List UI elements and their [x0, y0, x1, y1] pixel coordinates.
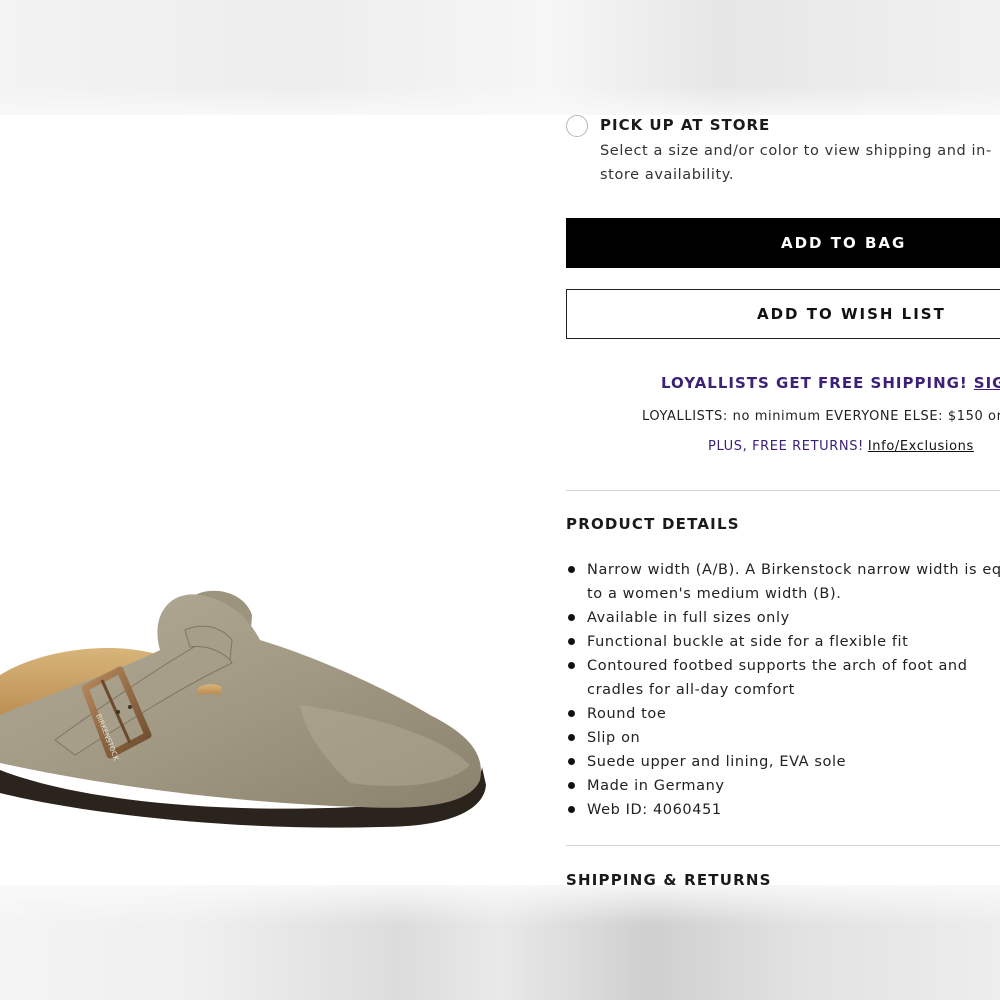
pickup-radio[interactable]: [566, 115, 588, 137]
blurred-bottom-bar: [0, 885, 1000, 1000]
product-info-panel: PICK UP AT STORE Select a size and/or co…: [566, 115, 1000, 885]
list-item: Contoured footbed supports the arch of f…: [566, 654, 1000, 702]
free-returns-text: PLUS, FREE RETURNS!: [708, 439, 864, 454]
list-item: Suede upper and lining, EVA sole: [566, 750, 1000, 774]
promo-subline: LOYALLISTS: no minimum EVERYONE ELSE: $1…: [642, 409, 1000, 424]
divider: [566, 845, 1000, 846]
pickup-description: Select a size and/or color to view shipp…: [600, 143, 992, 183]
product-page: BIRKENSTOCK PICK UP AT STORE Select a si…: [0, 115, 1000, 885]
free-shipping-promo: LOYALLISTS GET FREE SHIPPING! SIGN UP: [661, 374, 1000, 392]
clog-illustration: BIRKENSTOCK: [0, 590, 486, 828]
sign-up-link[interactable]: SIGN UP: [974, 374, 1000, 392]
add-to-bag-label: ADD TO BAG: [781, 234, 907, 252]
promo-headline: LOYALLISTS GET FREE SHIPPING!: [661, 374, 968, 392]
list-item: Made in Germany: [566, 774, 1000, 798]
list-item: Round toe: [566, 702, 1000, 726]
add-to-wish-list-label: ADD TO WISH LIST: [757, 305, 946, 323]
shipping-returns-heading[interactable]: SHIPPING & RETURNS: [566, 871, 772, 885]
info-exclusions-link[interactable]: Info/Exclusions: [868, 439, 974, 454]
product-details-heading[interactable]: PRODUCT DETAILS: [566, 515, 740, 533]
list-item: Available in full sizes only: [566, 606, 1000, 630]
add-to-wish-list-button[interactable]: ADD TO WISH LIST: [566, 289, 1000, 339]
list-item: Web ID: 4060451: [566, 798, 1000, 822]
list-item: Narrow width (A/B). A Birkenstock narrow…: [566, 558, 1000, 606]
list-item: Functional buckle at side for a flexible…: [566, 630, 1000, 654]
pickup-title: PICK UP AT STORE: [600, 116, 771, 134]
divider: [566, 490, 1000, 491]
free-returns-note: PLUS, FREE RETURNS! Info/Exclusions: [708, 439, 974, 454]
product-details-list: Narrow width (A/B). A Birkenstock narrow…: [566, 558, 1000, 822]
product-image: BIRKENSTOCK: [0, 115, 540, 885]
blurred-top-bar: [0, 0, 1000, 115]
list-item: Slip on: [566, 726, 1000, 750]
add-to-bag-button[interactable]: ADD TO BAG: [566, 218, 1000, 268]
